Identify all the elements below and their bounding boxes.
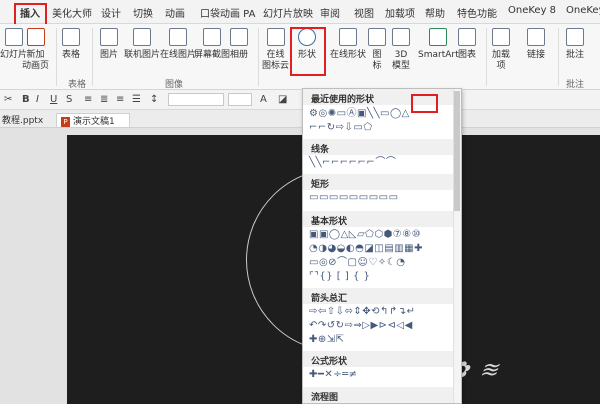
recent-shapes-row-2[interactable]: ⌐⌐↻⇨⇩▭⬠ [309,121,373,135]
section-equation-shapes: 公式形状 [303,351,455,367]
italic-icon[interactable]: I [36,94,39,105]
arrows-row-3[interactable]: ✚⊕⇲⇱ [309,333,345,347]
format-toolbar: ✂ B I U S ≡ ≣ ≡ ☰ ↕ A ◪ [0,90,600,110]
comment-icon [566,28,584,46]
document-tabs: 教程.pptx P 演示文稿1 [0,110,600,128]
tab-view[interactable]: 视图 [354,5,374,20]
basic-shapes-row-3[interactable]: ▭◎⊘⌒▢☺♡✧☾◔ [309,256,405,270]
album-button[interactable]: 相册 [230,28,248,61]
group-label-table: 表格 [68,80,87,90]
screenshot-icon [203,28,221,46]
justify-icon[interactable]: ☰ [132,94,141,105]
tab-onekey-8[interactable]: OneKey 8 [508,5,556,16]
section-lines: 线条 [303,139,455,155]
section-rectangles: 矩形 [303,174,455,190]
lines-row[interactable]: ╲╲⌐⌐⌐⌐⌐⌐⌒⌒ [309,156,396,170]
group-label-comments: 批注 [566,80,585,90]
dropdown-scrollbar[interactable] [453,89,461,403]
font-name-box[interactable] [168,93,224,106]
section-arrows: 箭头总汇 [303,288,455,304]
doc-tab-tutorial[interactable]: 教程.pptx [2,113,43,126]
align-center-icon[interactable]: ≣ [100,94,108,105]
powerpoint-window: 插入 美化大师 设计 切换 动画 口袋动画 PA 幻灯片放映 审阅 视图 加载项… [0,0,600,404]
tab-onekey[interactable]: OneKey [566,5,600,16]
group-label-images: 图像 [165,80,184,90]
3d-model-button[interactable]: 3D 模型 [392,28,410,72]
chart-icon [458,28,476,46]
picture-button[interactable]: 图片 [100,28,118,61]
basic-shapes-row-2[interactable]: ◔◑◕◒◐◓◪◫▤▥▦✚ [309,242,423,256]
table-button[interactable]: 表格 [62,28,80,61]
highlight-shapes-button [290,27,326,76]
album-icon [230,28,248,46]
font-color-icon[interactable]: A [260,94,267,105]
tab-special-features[interactable]: 特色功能 [457,5,497,20]
tab-beautify-master[interactable]: 美化大师 [52,5,92,20]
online-picture-icon [133,28,151,46]
section-basic-shapes: 基本形状 [303,211,455,227]
online-image-button[interactable]: 在线图片 [160,28,196,61]
tab-pocket-animation[interactable]: 口袋动画 PA [200,5,255,20]
new-slide-icon [26,28,45,46]
icon-cloud-button[interactable]: 在线 图标云 [262,28,289,72]
3d-model-icon [392,28,410,46]
screenshot-button[interactable]: 屏幕截图 [194,28,230,61]
online-shapes-button[interactable]: 在线形状 [330,28,366,61]
tab-help[interactable]: 帮助 [425,5,445,20]
addins-button[interactable]: 加载 项 [492,28,510,72]
picture-icon [100,28,118,46]
tab-animations[interactable]: 动画 [165,5,185,20]
tab-review[interactable]: 审阅 [320,5,340,20]
ribbon-tab-bar: 插入 美化大师 设计 切换 动画 口袋动画 PA 幻灯片放映 审阅 视图 加载项… [0,0,600,24]
icons-button[interactable]: 图 标 [368,28,386,72]
rectangles-row[interactable]: ▭▭▭▭▭▭▭▭▭ [309,191,399,205]
online-shapes-icon [339,28,357,46]
slide-icon [4,28,23,46]
shapes-dropdown: 最近使用的形状 ⚙◎✺▭Ⓐ▣╲╲▭◯△ ⌐⌐↻⇨⇩▭⬠ 线条 ╲╲⌐⌐⌐⌐⌐⌐⌒… [302,88,462,404]
scrollbar-thumb[interactable] [454,91,460,211]
link-button[interactable]: 链接 [527,28,545,61]
chart-button[interactable]: 图表 [458,28,476,61]
tab-addins[interactable]: 加载项 [385,5,415,20]
link-icon [527,28,545,46]
tab-transitions[interactable]: 切换 [133,5,153,20]
arrows-row-1[interactable]: ⇨⇦⇧⇩⬄⇕✥⟲↰↱↴↵ [309,305,416,319]
comment-button[interactable]: 批注 [566,28,584,61]
font-size-box[interactable] [228,93,252,106]
underline-icon[interactable]: U [50,94,57,105]
line-spacing-icon[interactable]: ↕ [150,94,158,105]
new-animation-slide-button[interactable]: 新加 动画页 [22,28,49,72]
doc-tab-presentation1[interactable]: P 演示文稿1 [56,113,130,127]
powerpoint-file-icon: P [61,116,70,127]
highlight-oval-shape [411,94,438,113]
icons-icon [368,28,386,46]
addins-icon [492,28,510,46]
section-flowchart: 流程图 [303,387,455,403]
table-icon [62,28,80,46]
paste-icon[interactable]: ✂ [4,94,12,105]
highlight-color-icon[interactable]: ◪ [278,94,287,105]
equation-shapes-row[interactable]: ✚━✕÷═≠ [309,368,358,382]
align-left-icon[interactable]: ≡ [84,94,92,105]
tab-slideshow[interactable]: 幻灯片放映 [263,5,313,20]
basic-shapes-row-1[interactable]: ▣▣◯△◺▱⬠⬡⬢⑦⑧⑩ [309,228,421,242]
bold-icon[interactable]: B [22,94,30,105]
arrows-row-2[interactable]: ↶↷↺↻⇨⇒▷▶⊳⊲◁◀ [309,319,413,333]
basic-shapes-row-4[interactable]: ⌜⌝{} [ ] { } [309,270,370,284]
align-right-icon[interactable]: ≡ [116,94,124,105]
smartart-icon [429,28,448,46]
online-image-icon [169,28,187,46]
recent-shapes-row-1[interactable]: ⚙◎✺▭Ⓐ▣╲╲▭◯△ [309,107,410,121]
online-picture-button[interactable]: 联机图片 [124,28,160,61]
strikethrough-icon[interactable]: S [66,94,72,105]
smartart-button[interactable]: SmartArt [418,28,459,61]
tab-design[interactable]: 设计 [101,5,121,20]
icon-cloud-icon [266,28,285,46]
